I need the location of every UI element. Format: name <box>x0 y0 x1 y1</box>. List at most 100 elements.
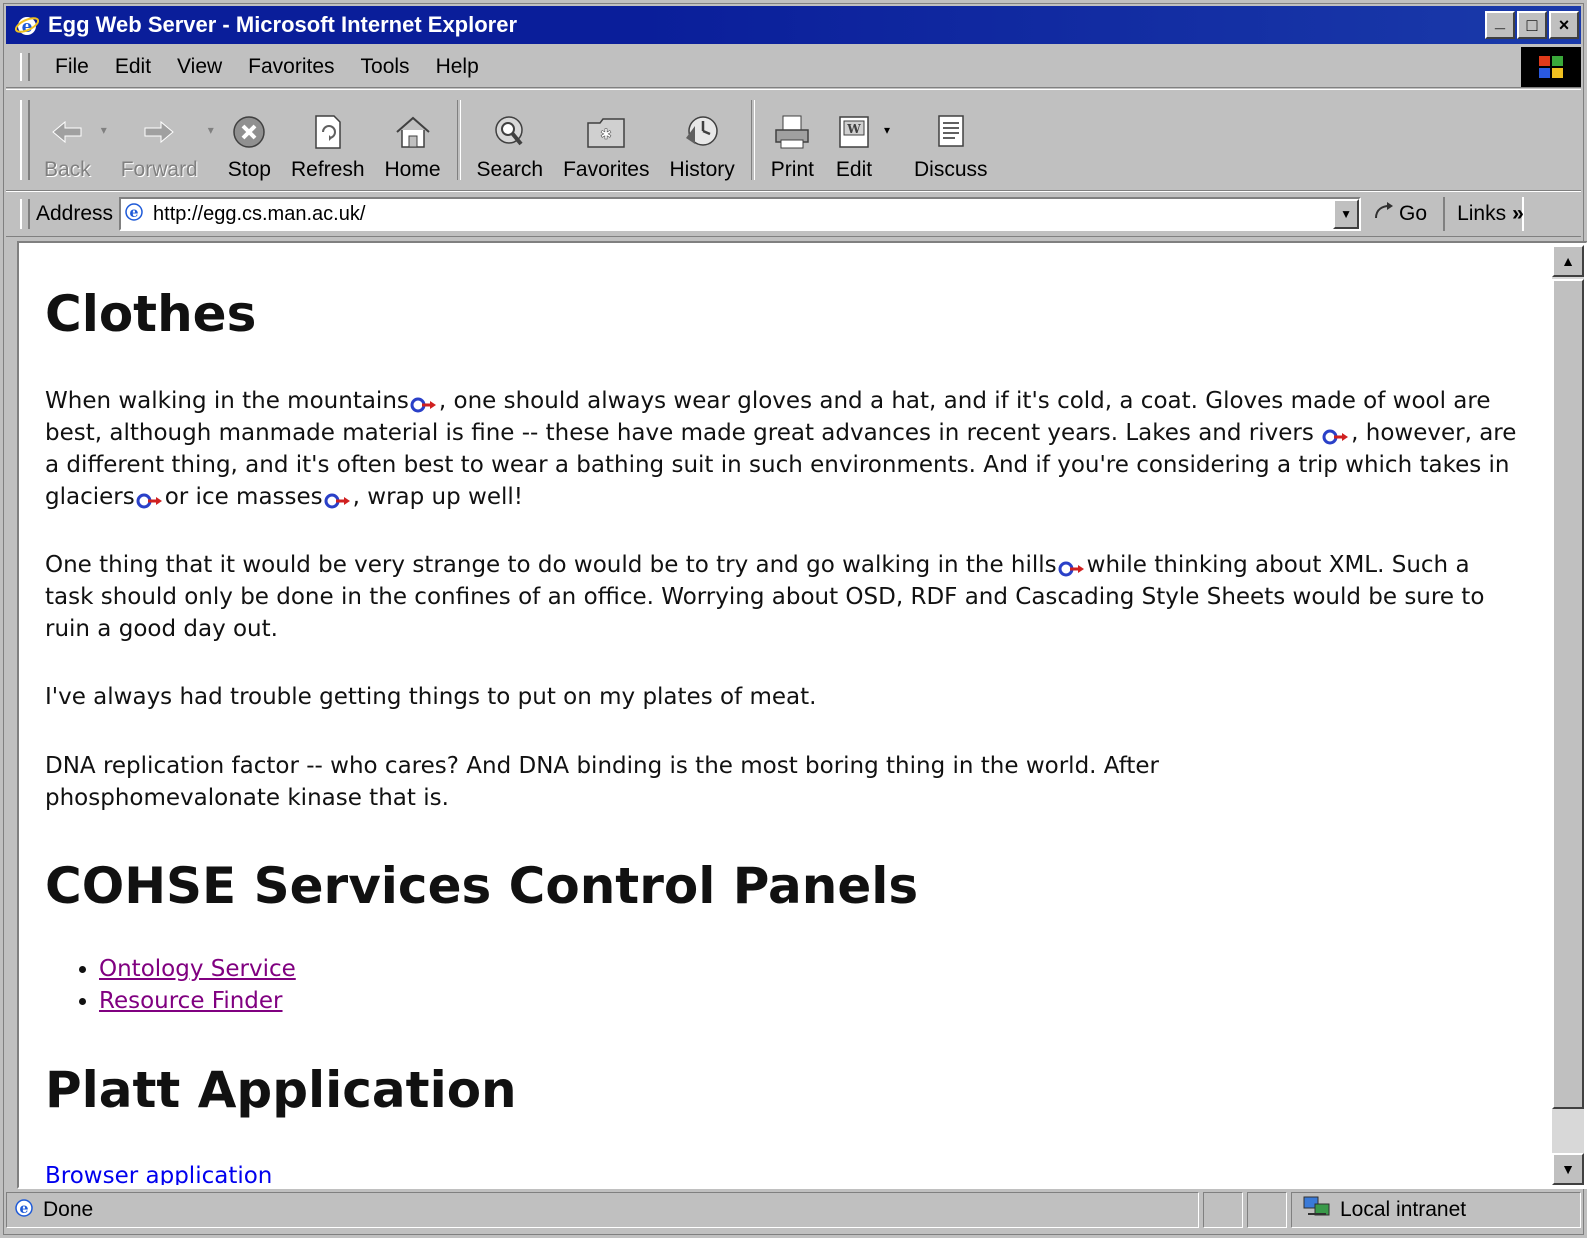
favorites-label: Favorites <box>563 158 650 181</box>
link-arrow-icon[interactable] <box>323 488 353 508</box>
stop-button[interactable]: Stop <box>218 98 281 190</box>
printer-icon <box>772 112 812 152</box>
menu-tools[interactable]: Tools <box>348 55 423 79</box>
links-button[interactable]: Links » <box>1443 197 1524 231</box>
svg-text:e: e <box>130 205 139 221</box>
status-pane <box>1247 1192 1287 1228</box>
word-edit-icon: W <box>834 112 874 152</box>
edit-dropdown-icon[interactable]: ▾ <box>884 123 890 137</box>
svg-text:e: e <box>20 1201 29 1217</box>
content-frame: Clothes When walking in the mountains, o… <box>17 241 1587 1189</box>
print-button[interactable]: Print <box>761 98 824 190</box>
security-zone: Local intranet <box>1291 1192 1581 1228</box>
ie-logo-icon: e <box>14 12 40 38</box>
resource-finder-link[interactable]: Resource Finder <box>99 988 283 1014</box>
paragraph-hills: One thing that it would be very strange … <box>45 552 1485 642</box>
maximize-button[interactable]: □ <box>1517 11 1547 39</box>
menu-edit[interactable]: Edit <box>102 55 164 79</box>
menu-grip[interactable] <box>20 53 30 81</box>
history-label: History <box>669 158 735 181</box>
link-arrow-icon[interactable] <box>1057 556 1087 576</box>
discuss-icon <box>931 112 971 152</box>
discuss-label: Discuss <box>914 158 988 181</box>
discuss-button[interactable]: Discuss <box>894 98 998 190</box>
standard-toolbar: Back ▾ Forward ▾ Stop Refresh Home Searc… <box>6 89 1581 191</box>
toolbar-grip[interactable] <box>20 100 30 180</box>
back-label: Back <box>44 158 91 181</box>
search-icon <box>490 112 530 152</box>
go-label: Go <box>1399 202 1428 225</box>
menu-bar: File Edit View Favorites Tools Help <box>6 47 1581 88</box>
link-arrow-icon[interactable] <box>1321 424 1351 444</box>
browser-application-link[interactable]: Browser application <box>45 1163 272 1185</box>
menu-view[interactable]: View <box>164 55 235 79</box>
home-button[interactable]: Home <box>375 98 451 190</box>
favorites-folder-icon: ✱ <box>586 112 626 152</box>
refresh-button[interactable]: Refresh <box>281 98 375 190</box>
edit-label: Edit <box>835 158 873 181</box>
address-bar: Address e http://egg.cs.man.ac.uk/ ▼ Go … <box>6 191 1581 237</box>
windows-logo-icon <box>1521 47 1581 87</box>
back-arrow-icon <box>47 112 87 152</box>
history-button[interactable]: History <box>659 98 744 190</box>
toolbar-separator <box>456 100 461 180</box>
vertical-scrollbar[interactable]: ▲ ▼ <box>1552 245 1584 1185</box>
link-arrow-icon[interactable] <box>135 488 165 508</box>
toolbar-separator <box>750 100 755 180</box>
svg-text:W: W <box>846 122 861 136</box>
cohse-link-list: Ontology Service Resource Finder <box>45 953 296 1017</box>
stop-label: Stop <box>227 158 271 181</box>
web-page: Clothes When walking in the mountains, o… <box>21 245 1537 1185</box>
title-bar[interactable]: e Egg Web Server - Microsoft Internet Ex… <box>6 6 1581 44</box>
forward-dropdown-icon[interactable]: ▾ <box>208 123 214 137</box>
forward-arrow-icon <box>139 112 179 152</box>
refresh-icon <box>308 112 348 152</box>
print-label: Print <box>770 158 814 181</box>
browser-window: e Egg Web Server - Microsoft Internet Ex… <box>0 0 1587 1238</box>
paragraph-dna: DNA replication factor -- who cares? And… <box>45 753 1160 811</box>
menu-favorites[interactable]: Favorites <box>235 55 347 79</box>
ontology-service-link[interactable]: Ontology Service <box>99 956 296 982</box>
close-icon: × <box>1558 14 1570 35</box>
minimize-button[interactable]: _ <box>1485 11 1515 39</box>
maximize-icon: □ <box>1526 14 1538 35</box>
back-dropdown-icon[interactable]: ▾ <box>101 123 107 137</box>
status-bar: e Done Local intranet <box>6 1188 1581 1232</box>
heading-cohse: COHSE Services Control Panels <box>45 857 919 915</box>
menu-file[interactable]: File <box>42 55 102 79</box>
refresh-label: Refresh <box>290 158 365 181</box>
edit-button[interactable]: W Edit <box>824 98 884 190</box>
scroll-up-button[interactable]: ▲ <box>1552 245 1584 277</box>
window-title: Egg Web Server - Microsoft Internet Expl… <box>48 12 518 37</box>
heading-platt: Platt Application <box>45 1061 517 1119</box>
page-icon: e <box>123 200 145 228</box>
paragraph-mountains: When walking in the mountains, one shoul… <box>45 388 1517 510</box>
scroll-thumb[interactable] <box>1552 279 1584 1109</box>
scroll-down-button[interactable]: ▼ <box>1552 1153 1584 1185</box>
close-button[interactable]: × <box>1549 11 1579 39</box>
address-input[interactable]: e http://egg.cs.man.ac.uk/ ▼ <box>119 197 1362 231</box>
list-item: Resource Finder <box>99 985 296 1017</box>
paragraph-plates: I've always had trouble getting things t… <box>45 684 817 710</box>
forward-button[interactable]: Forward <box>111 98 208 190</box>
status-message: e Done <box>6 1192 1199 1228</box>
local-intranet-icon <box>1302 1194 1332 1226</box>
address-label: Address <box>36 202 114 225</box>
status-text: Done <box>43 1198 94 1221</box>
status-pane <box>1203 1192 1243 1228</box>
back-button[interactable]: Back <box>34 98 101 190</box>
zone-label: Local intranet <box>1340 1198 1467 1221</box>
go-button[interactable]: Go <box>1373 201 1427 227</box>
heading-clothes: Clothes <box>45 285 257 343</box>
menu-help[interactable]: Help <box>423 55 492 79</box>
address-dropdown-icon[interactable]: ▼ <box>1333 199 1360 229</box>
favorites-button[interactable]: ✱ Favorites <box>553 98 659 190</box>
link-arrow-icon[interactable] <box>409 392 439 412</box>
forward-label: Forward <box>120 158 198 181</box>
home-label: Home <box>384 158 441 181</box>
home-icon <box>393 112 433 152</box>
chevron-right-icon: » <box>1512 202 1524 225</box>
address-grip[interactable] <box>20 199 30 229</box>
minimize-icon: _ <box>1494 10 1505 31</box>
search-button[interactable]: Search <box>467 98 554 190</box>
